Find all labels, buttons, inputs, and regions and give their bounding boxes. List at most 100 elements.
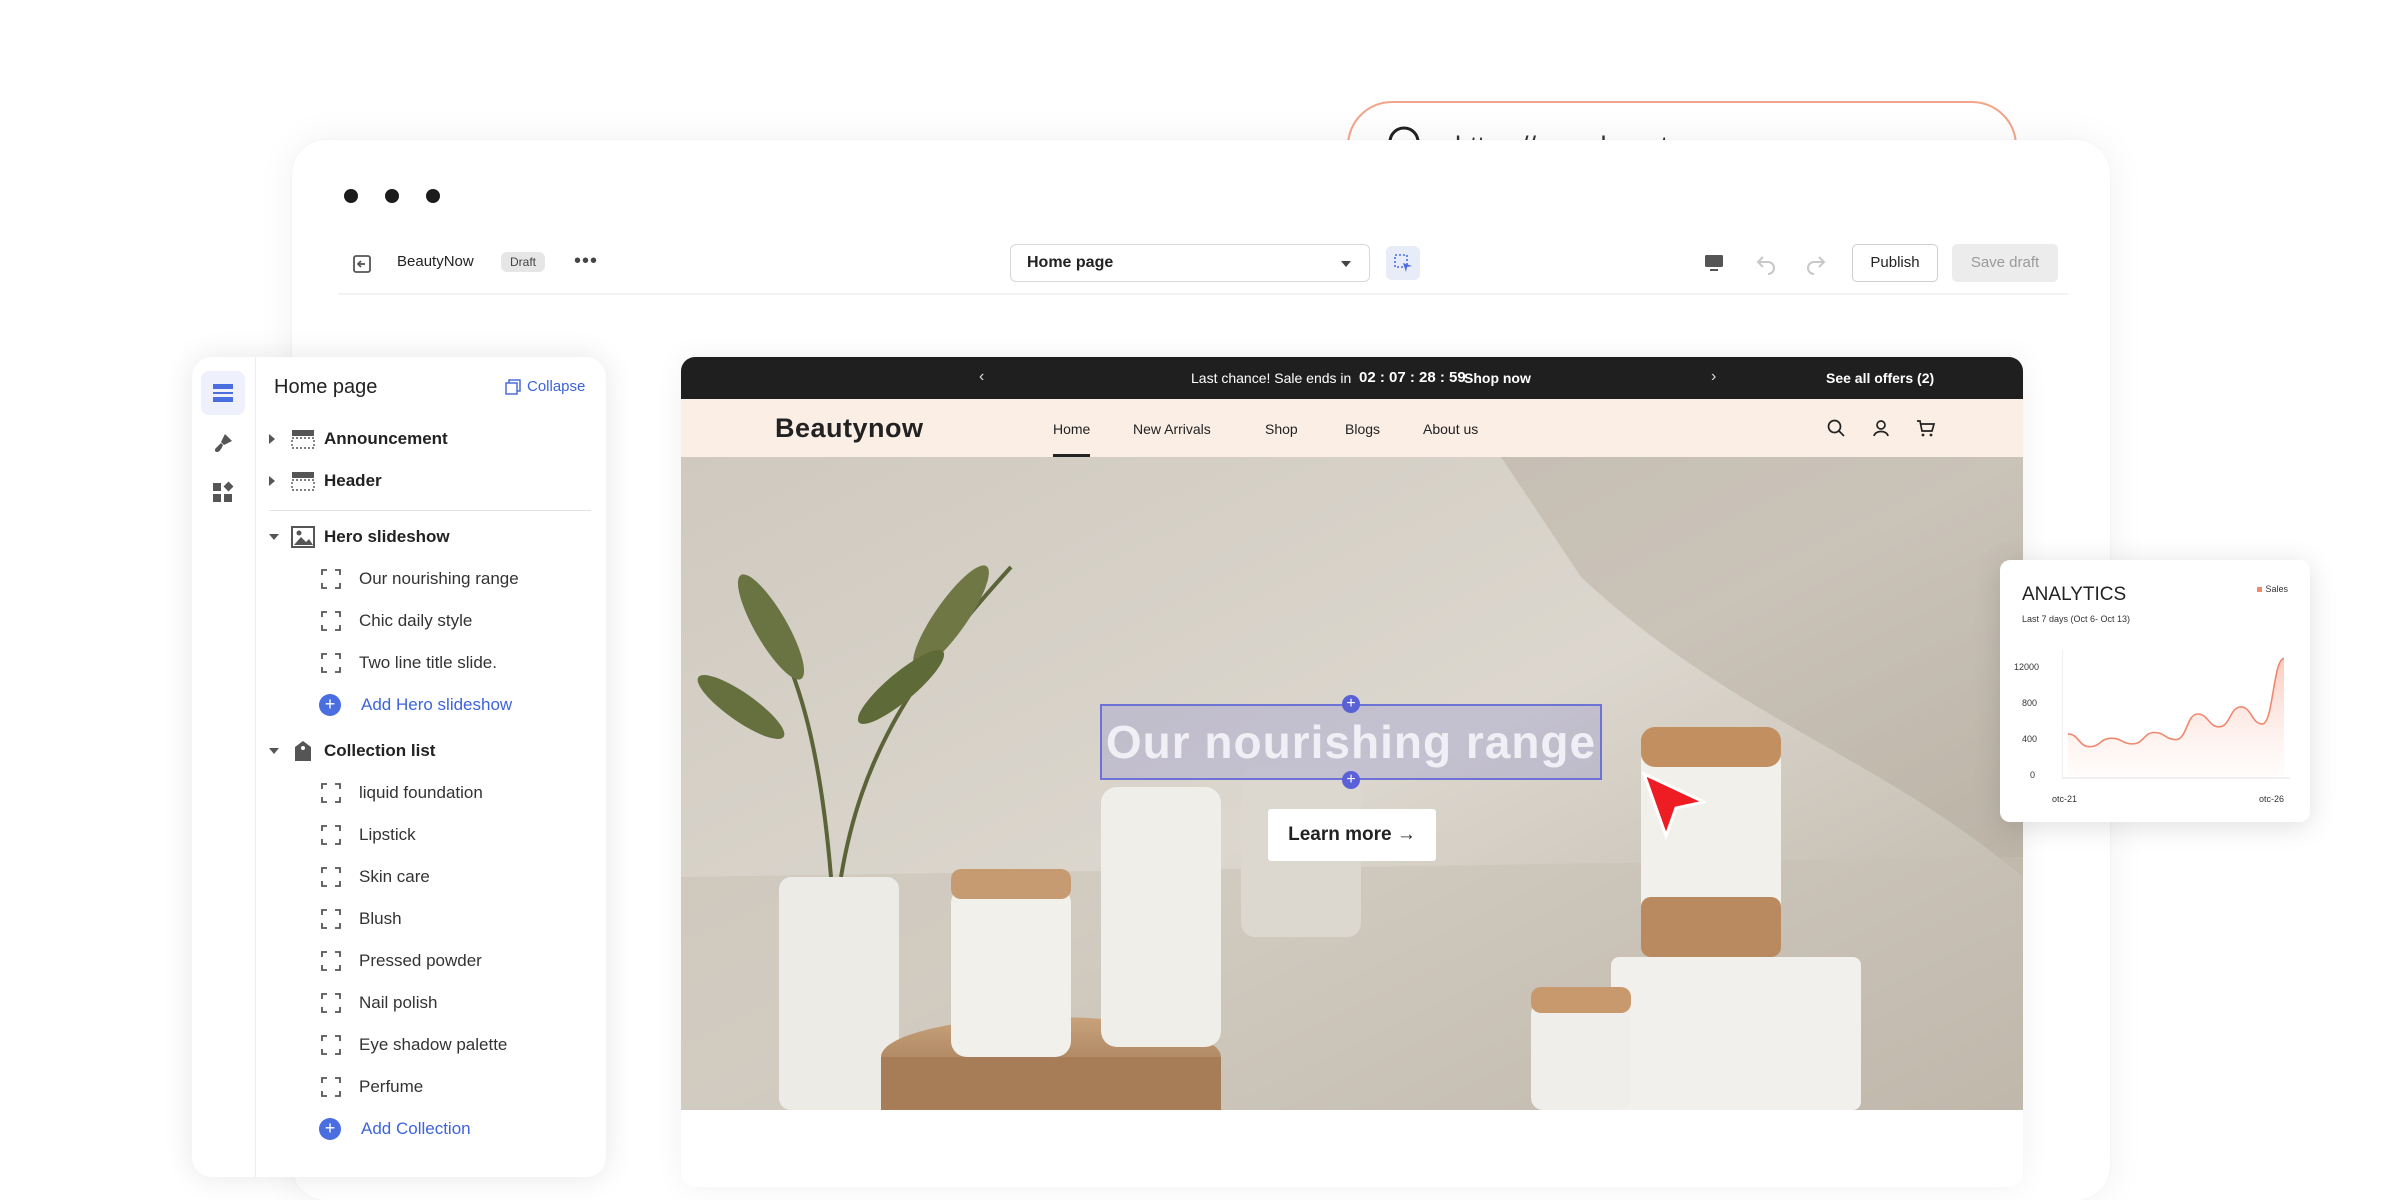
- cursor-pointer-icon: [1641, 771, 1706, 840]
- collapse-arrow-icon[interactable]: [269, 748, 279, 754]
- storefront-preview: ‹ Last chance! Sale ends in 02 : 07 : 28…: [681, 357, 2023, 1187]
- rail-apps-button[interactable]: [201, 471, 245, 515]
- chevron-left-icon[interactable]: ‹: [979, 368, 984, 386]
- nav-blogs[interactable]: Blogs: [1345, 421, 1380, 437]
- panel-title: Home page: [274, 376, 378, 398]
- add-collection-button[interactable]: + Add Collection: [255, 1109, 595, 1149]
- block-icon: [321, 1077, 341, 1097]
- nav-about-us[interactable]: About us: [1423, 421, 1478, 437]
- announcement-bar: ‹ Last chance! Sale ends in 02 : 07 : 28…: [681, 357, 2023, 399]
- chevron-right-icon[interactable]: ›: [1711, 368, 1716, 386]
- nav-home[interactable]: Home: [1053, 421, 1091, 457]
- all-offers-link[interactable]: See all offers (2): [1826, 370, 1934, 386]
- y-tick-label: 800: [2022, 698, 2038, 708]
- block-icon: [321, 1035, 341, 1055]
- undo-icon[interactable]: [1754, 251, 1778, 275]
- inspector-toggle-button[interactable]: [1386, 246, 1420, 280]
- store-logo[interactable]: Beautynow: [775, 413, 924, 444]
- block-item[interactable]: Eye shadow palette: [255, 1025, 595, 1065]
- redo-icon[interactable]: [1804, 251, 1828, 275]
- more-options-button[interactable]: •••: [574, 250, 598, 273]
- collapse-arrow-icon[interactable]: [269, 534, 279, 540]
- sections-icon: [213, 384, 233, 402]
- series-area: [2068, 658, 2284, 778]
- analytics-subtitle: Last 7 days (Oct 6- Oct 13): [2022, 614, 2131, 624]
- rail-theme-settings-button[interactable]: [201, 421, 245, 465]
- block-item[interactable]: Blush: [255, 899, 595, 939]
- section-collection-list[interactable]: Collection list: [255, 731, 595, 771]
- block-label: Blush: [359, 909, 402, 928]
- desktop-preview-icon[interactable]: [1703, 252, 1725, 274]
- section-label: Collection list: [324, 741, 436, 760]
- block-item[interactable]: Our nourishing range: [255, 559, 595, 599]
- hero-title-selection[interactable]: Our nourishing range: [1100, 704, 1602, 780]
- announcement-section-icon: [291, 430, 315, 449]
- block-icon: [321, 653, 341, 673]
- publish-button[interactable]: Publish: [1852, 244, 1938, 282]
- rail-sections-button[interactable]: [201, 371, 245, 415]
- section-header[interactable]: Header: [255, 461, 595, 501]
- insert-above-handle[interactable]: +: [1342, 695, 1360, 713]
- block-item[interactable]: Skin care: [255, 857, 595, 897]
- learn-more-button[interactable]: Learn more →: [1268, 809, 1436, 861]
- exit-icon[interactable]: [350, 252, 374, 276]
- block-icon: [321, 993, 341, 1013]
- expand-arrow-icon[interactable]: [269, 476, 275, 486]
- window-dot-minimize[interactable]: [385, 189, 399, 203]
- block-item[interactable]: Two line title slide.: [255, 643, 595, 683]
- block-item[interactable]: Perfume: [255, 1067, 595, 1107]
- section-announcement[interactable]: Announcement: [255, 419, 595, 459]
- toolbar-divider: [338, 293, 2068, 295]
- sections-panel: Home page Collapse Announcement Header H…: [192, 357, 606, 1177]
- insert-below-handle[interactable]: +: [1342, 771, 1360, 789]
- analytics-card: ANALYTICS Last 7 days (Oct 6- Oct 13) Sa…: [2000, 560, 2310, 822]
- save-draft-button[interactable]: Save draft: [1952, 244, 2058, 282]
- sales-area-chart: [2062, 650, 2290, 779]
- block-item[interactable]: Lipstick: [255, 815, 595, 855]
- tree-divider: [269, 510, 591, 511]
- block-icon: [321, 611, 341, 631]
- block-item[interactable]: Pressed powder: [255, 941, 595, 981]
- block-icon: [321, 569, 341, 589]
- nav-new-arrivals[interactable]: New Arrivals: [1133, 421, 1211, 437]
- hero-title[interactable]: Our nourishing range: [1102, 706, 1600, 778]
- block-icon: [321, 867, 341, 887]
- window-dot-close[interactable]: [344, 189, 358, 203]
- store-name: BeautyNow: [397, 253, 474, 270]
- block-icon: [321, 951, 341, 971]
- cart-icon[interactable]: [1916, 418, 1936, 438]
- add-label: Add Collection: [361, 1119, 471, 1138]
- nav-shop[interactable]: Shop: [1265, 421, 1298, 437]
- shop-now-link[interactable]: Shop now: [1464, 370, 1531, 386]
- plus-circle-icon: +: [319, 1118, 341, 1140]
- store-header: Beautynow Home New Arrivals Shop Blogs A…: [681, 399, 2023, 457]
- editor-toolbar: BeautyNow Draft ••• Home page Publish Sa…: [338, 236, 2068, 292]
- legend-label: Sales: [2265, 584, 2288, 594]
- status-badge: Draft: [501, 252, 546, 272]
- chart-legend: Sales: [2257, 584, 2288, 594]
- search-icon[interactable]: [1826, 418, 1846, 438]
- collapse-icon: [505, 378, 521, 395]
- countdown-timer: 02 : 07 : 28 : 59: [1359, 369, 1466, 386]
- add-hero-slideshow-button[interactable]: + Add Hero slideshow: [255, 685, 595, 725]
- window-dot-maximize[interactable]: [426, 189, 440, 203]
- expand-arrow-icon[interactable]: [269, 434, 275, 444]
- add-label: Add Hero slideshow: [361, 695, 513, 714]
- account-icon[interactable]: [1871, 418, 1891, 438]
- editor-rail: [192, 357, 256, 1177]
- y-tick-label: 400: [2022, 734, 2038, 744]
- collapse-button[interactable]: Collapse: [505, 378, 585, 395]
- block-label: Eye shadow palette: [359, 1035, 508, 1054]
- block-item[interactable]: Chic daily style: [255, 601, 595, 641]
- section-hero-slideshow[interactable]: Hero slideshow: [255, 517, 595, 557]
- block-item[interactable]: liquid foundation: [255, 773, 595, 813]
- block-item[interactable]: Nail polish: [255, 983, 595, 1023]
- block-label: Nail polish: [359, 993, 438, 1012]
- block-label: Perfume: [359, 1077, 424, 1096]
- block-label: Two line title slide.: [359, 653, 497, 672]
- apps-icon: [213, 481, 234, 502]
- announcement-message: Last chance! Sale ends in: [1191, 370, 1352, 386]
- collapse-label: Collapse: [527, 378, 586, 395]
- page-select[interactable]: Home page: [1010, 244, 1370, 282]
- paint-brush-icon: [214, 434, 232, 452]
